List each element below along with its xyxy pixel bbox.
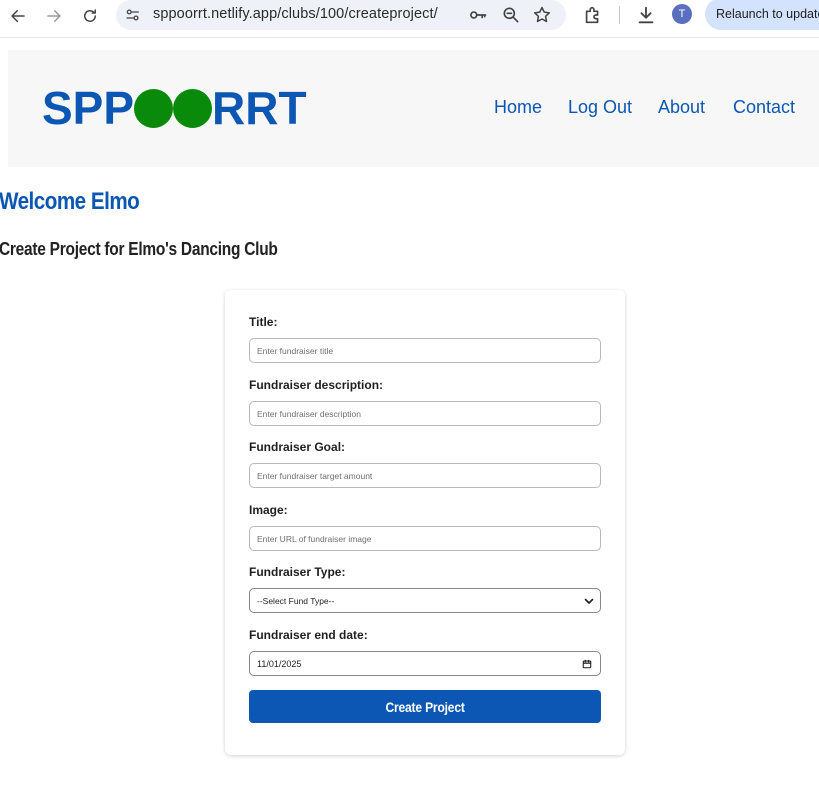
goal-label: Fundraiser Goal: <box>249 440 346 454</box>
goal-input[interactable] <box>249 463 601 488</box>
arrow-right-icon <box>47 10 61 22</box>
nav-logout-link[interactable]: Log Out <box>568 97 632 118</box>
title-input[interactable] <box>249 338 601 363</box>
end-date-value: 11/01/2025 <box>257 659 302 669</box>
create-project-form: Title: Fundraiser description: Fundraise… <box>225 290 625 755</box>
reload-icon <box>84 9 96 22</box>
profile-avatar[interactable]: T <box>672 4 692 24</box>
zoom-icon[interactable] <box>501 5 521 25</box>
site-info-icon[interactable] <box>124 6 142 24</box>
reload-button[interactable] <box>77 3 103 29</box>
fund-type-label: Fundraiser Type: <box>249 565 346 579</box>
logo-ball-icon <box>173 88 213 128</box>
fund-type-selected-value: --Select Fund Type-- <box>257 596 335 606</box>
url-text[interactable]: sppoorrt.netlify.app/clubs/100/createpro… <box>153 6 438 22</box>
nav-about-link[interactable]: About <box>658 97 705 118</box>
title-label: Title: <box>249 315 278 329</box>
page-subtitle: Create Project for Elmo's Dancing Club <box>0 239 278 259</box>
address-bar[interactable]: sppoorrt.netlify.app/clubs/100/createpro… <box>116 0 566 30</box>
bookmark-star-icon[interactable] <box>532 5 552 25</box>
toolbar-divider <box>619 6 620 24</box>
logo-ball-icon <box>134 88 174 128</box>
site-header: SPP RRT Home Log Out About Contact <box>8 50 819 167</box>
logo-text-right: RRT <box>212 82 307 134</box>
nav-contact-link[interactable]: Contact <box>733 97 795 118</box>
description-label: Fundraiser description: <box>249 378 384 392</box>
site-logo[interactable]: SPP RRT <box>42 83 307 133</box>
description-input[interactable] <box>249 401 601 426</box>
calendar-icon[interactable] <box>582 659 592 669</box>
forward-button[interactable] <box>41 3 67 29</box>
image-label: Image: <box>249 503 288 517</box>
arrow-left-icon <box>11 10 25 22</box>
end-date-label: Fundraiser end date: <box>249 628 368 642</box>
create-project-button-label: Create Project <box>385 698 465 715</box>
relaunch-button[interactable]: Relaunch to update <box>705 0 819 30</box>
image-url-input[interactable] <box>249 526 601 551</box>
password-key-icon[interactable] <box>468 5 488 25</box>
download-icon[interactable] <box>635 4 657 26</box>
end-date-input[interactable]: 11/01/2025 <box>249 651 601 676</box>
browser-toolbar: sppoorrt.netlify.app/clubs/100/createpro… <box>0 0 819 38</box>
welcome-heading: Welcome Elmo <box>0 188 140 215</box>
extensions-icon[interactable] <box>582 4 604 26</box>
logo-text-left: SPP <box>42 82 135 134</box>
chevron-down-icon <box>584 598 594 604</box>
nav-home-link[interactable]: Home <box>494 97 542 118</box>
create-project-button[interactable]: Create Project <box>249 690 601 723</box>
fund-type-select[interactable]: --Select Fund Type-- <box>249 588 601 613</box>
back-button[interactable] <box>5 3 31 29</box>
